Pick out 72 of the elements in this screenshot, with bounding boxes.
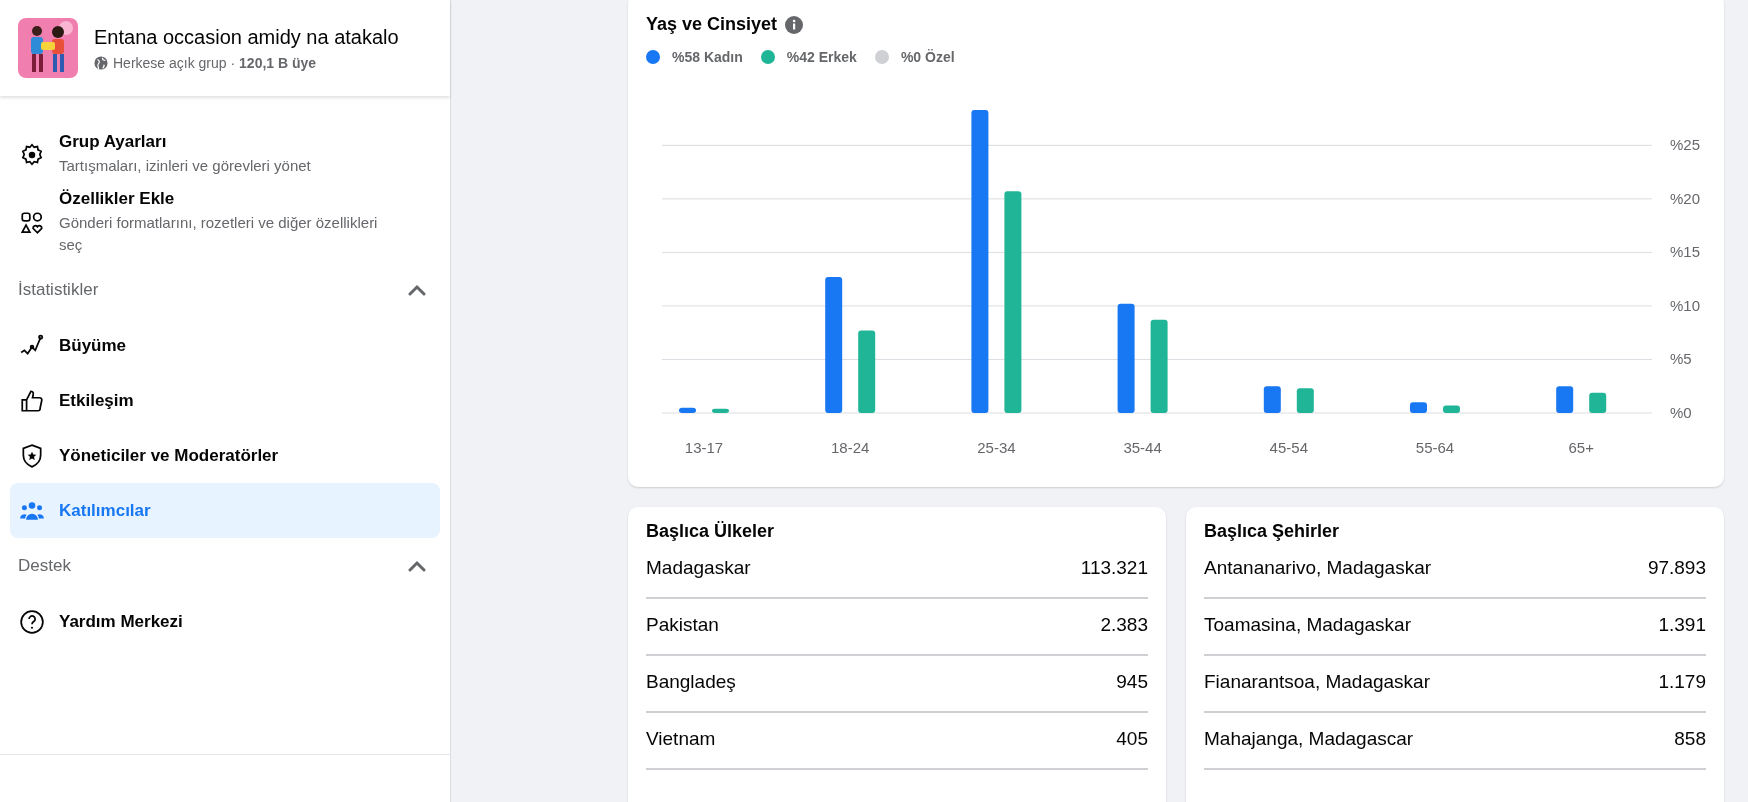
axis-label: 55-64 [1415,439,1455,456]
axis-label: %25 [1670,136,1701,154]
shield-star-icon [19,442,45,469]
card-title: Yaş ve Cinsiyet [646,14,778,35]
sidebar-item[interactable]: Katılımcılar [10,483,440,538]
bar [679,407,696,413]
item-label: Yardım Merkezi [59,611,183,632]
legend-label: %42 Erkek [786,49,857,65]
item-description: Tartışmaları, izinleri ve görevleri yönet [59,156,311,176]
member-count: 2.383 [1100,613,1148,636]
chevron-up-icon[interactable] [408,560,426,572]
group-name: Entana occasion amidy na atakalo [94,25,399,49]
legend-label: %58 Kadın [672,49,743,65]
member-count: 945 [1116,670,1148,693]
bar [712,408,729,413]
settings-icon [19,141,45,168]
location-name: Antananarivo, Madagaskar [1204,556,1432,579]
location-name: Bangladeş [646,670,736,693]
member-count: 97.893 [1647,556,1706,579]
item-label: Büyüme [59,335,127,356]
axis-label: 25-34 [977,439,1016,456]
bar [1589,392,1607,413]
axis-label: 13-17 [684,439,724,456]
legend-label: %0 Özel [900,49,955,65]
location-name: Pakistan [646,613,719,636]
chevron-up-icon[interactable] [408,284,426,296]
location-name: Toamasina, Madagaskar [1204,613,1411,636]
item-label: Özellikler Ekle [59,189,176,209]
sidebar-item[interactable]: Yardım Merkezi [10,594,440,649]
axis-label: 65+ [1568,439,1594,456]
sidebar-item[interactable]: Etkileşim [10,373,440,428]
member-count: 1.179 [1658,670,1706,693]
card-title: Başlıca Ülkeler [646,521,776,542]
sidebar-item[interactable]: Büyüme [10,318,440,373]
thumbs-up-icon [19,387,45,414]
help-icon [19,608,45,635]
item-label: Grup Ayarları [59,132,168,152]
bar [1410,402,1427,413]
globe-icon [94,55,108,70]
location-name: Fianarantsoa, Madagaskar [1204,670,1430,693]
bar [1296,388,1314,413]
location-name: Vietnam [646,727,716,750]
sidebar-item[interactable]: Grup Ayarları Tartışmaları, izinleri ve görevleri yönet [10,126,440,183]
axis-label: %5 [1670,350,1692,368]
member-count: 113.321 [1080,556,1148,579]
sidebar-item[interactable]: Özellikler Ekle Gönderi formatlarını, rozetleri ve diğer özellikleri seç [10,183,440,262]
item-description: Gönderi formatlarını, rozetleri ve diğer özellikleri seç [59,213,379,255]
axis-label: 18-24 [831,439,870,456]
group-meta: Herkese açık grup · 120,1 B üye [113,54,317,71]
location-name: Madagaskar [646,556,751,579]
axis-label: 35-44 [1123,439,1162,456]
card-title: Başlıca Şehirler [1204,521,1341,542]
item-label: Katılımcılar [59,500,151,521]
section-heading: Destek [18,556,71,576]
sidebar-item[interactable]: Yöneticiler ve Moderatörler [10,428,440,483]
item-label: Yöneticiler ve Moderatörler [59,445,279,466]
member-count: 1.391 [1658,613,1706,636]
info-icon[interactable] [785,15,804,34]
bar [1263,386,1281,413]
axis-label: %10 [1670,296,1701,314]
bar [1443,405,1460,413]
member-count: 858 [1674,727,1706,750]
section-heading: İstatistikler [18,280,99,300]
axis-label: %15 [1670,243,1701,261]
item-label: Etkileşim [59,390,134,411]
axis-label: 45-54 [1269,439,1308,456]
shapes-icon [19,209,45,236]
axis-label: %0 [1670,404,1692,421]
bar [1556,386,1574,413]
axis-label: %20 [1670,189,1701,207]
member-count: 405 [1116,727,1148,750]
location-name: Mahajanga, Madagascar [1204,727,1414,750]
